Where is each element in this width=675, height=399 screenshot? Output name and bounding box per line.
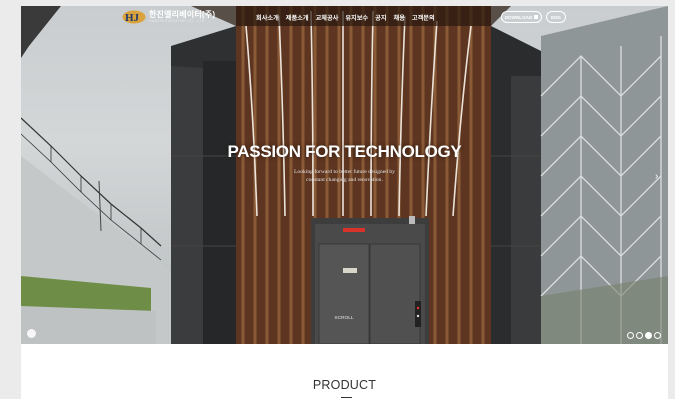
next-slide-arrow-icon[interactable]: ›	[655, 171, 658, 182]
product-section-title: PRODUCT	[312, 378, 377, 392]
svg-text:HJ: HJ	[125, 12, 140, 24]
hero-subtitle-line-1: Looking forward to better future designe…	[294, 169, 395, 175]
scroll-label[interactable]: SCROLL	[327, 316, 361, 321]
download-icon	[534, 15, 539, 19]
slide-dot-4[interactable]	[654, 332, 661, 339]
logo-text: 한진엘리베이터(주) HANJIN ELEVATOR CO., LTD.	[149, 9, 216, 24]
nav-item-company[interactable]: 회사소개	[256, 13, 279, 22]
logo-name-en: HANJIN ELEVATOR CO., LTD.	[149, 18, 206, 23]
hero-subtitle: Looking forward to better future designe…	[21, 169, 668, 185]
download-label: DOWNLOAD	[504, 14, 533, 20]
nav-item-products[interactable]: 제품소개	[286, 13, 309, 22]
download-button[interactable]: DOWNLOAD	[501, 11, 542, 23]
logo[interactable]: HJ 한진엘리베이터(주) HANJIN ELEVATOR CO., LTD.	[122, 10, 215, 24]
language-button[interactable]: ENG	[546, 11, 566, 23]
nav-item-contact[interactable]: 고객문의	[412, 13, 435, 22]
nav-item-notice[interactable]: 공지	[375, 13, 386, 22]
slide-dot-3[interactable]	[645, 332, 652, 339]
logo-name-ko: 한진엘리베이터(주)	[149, 9, 216, 19]
slider-pagination	[627, 332, 661, 339]
main-nav: 회사소개 제품소개 교체공사 유지보수 공지 채용 고객문의	[256, 13, 435, 22]
logo-mark-icon: HJ	[122, 10, 146, 24]
hero-subtitle-line-2: constant changing and renovation.	[306, 176, 383, 183]
product-title-underline	[341, 397, 352, 398]
slider-pause-button[interactable]	[27, 329, 36, 338]
language-label: ENG	[551, 14, 561, 20]
hero-title: PASSION FOR TECHNOLOGY	[227, 142, 462, 161]
hero-banner: HJ 한진엘리베이터(주) HANJIN ELEVATOR CO., LTD. …	[21, 6, 668, 344]
nav-item-careers[interactable]: 채용	[394, 13, 405, 22]
slide-dot-1[interactable]	[627, 332, 634, 339]
nav-item-replacement[interactable]: 교체공사	[316, 13, 339, 22]
site-header: HJ 한진엘리베이터(주) HANJIN ELEVATOR CO., LTD. …	[21, 6, 668, 30]
nav-item-maintenance[interactable]: 유지보수	[345, 13, 368, 22]
slide-dot-2[interactable]	[636, 332, 643, 339]
page-frame: HJ 한진엘리베이터(주) HANJIN ELEVATOR CO., LTD. …	[21, 6, 668, 399]
